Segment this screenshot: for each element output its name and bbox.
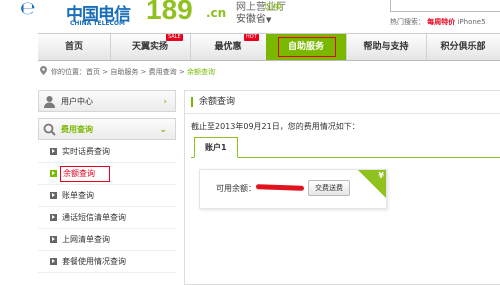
hot-search: 热门搜索： 每周特价 iPhone5 xyxy=(390,17,486,27)
nav-points-club[interactable]: 积分俱乐部 xyxy=(426,34,500,60)
location-pin-icon xyxy=(40,66,47,75)
magnifier-icon xyxy=(43,123,56,136)
logo-189[interactable]: 189 xyxy=(146,0,193,26)
nav-tianyi-shop[interactable]: 天翼实扬 SALE xyxy=(110,34,191,60)
nav-help-label: 帮助与支持 xyxy=(363,42,409,52)
chevron-right-icon: › xyxy=(163,97,167,107)
nav-best-deals[interactable]: 最优惠 HOT xyxy=(190,34,267,60)
yuan-icon: ¥ xyxy=(378,171,384,180)
region-selector[interactable]: 安徽省▼ xyxy=(236,10,271,25)
hot-badge: HOT xyxy=(244,34,259,41)
sale-badge: SALE xyxy=(166,34,183,41)
nav-self-service[interactable]: 自助服务 xyxy=(266,34,347,60)
nav-deals-label: 最优惠 xyxy=(214,42,242,52)
arrow-bullet-icon xyxy=(50,236,57,243)
sidebar-user-center-label: 用户中心 xyxy=(61,97,93,106)
tab-account-1[interactable]: 账户1 xyxy=(194,137,238,158)
sidebar-item-balance[interactable]: 余额查询 xyxy=(38,163,176,185)
breadcrumb-path[interactable]: 你的位置：首页 > 自助服务 > 费用查询 > xyxy=(51,68,187,76)
sidebar-item-realtime-fee[interactable]: 实时话费查询 xyxy=(38,141,176,163)
search-input[interactable] xyxy=(390,0,500,12)
china-telecom-logo-icon[interactable]: ℮ xyxy=(20,0,52,18)
logo-cn-domain: .cn xyxy=(206,6,227,20)
panel-header: 余额查询 xyxy=(185,91,500,114)
arrow-bullet-icon xyxy=(50,170,57,177)
region-label: 安徽省 xyxy=(236,14,266,25)
sidebar-fee-query-label: 费用查询 xyxy=(61,125,93,134)
sidebar: 用户中心 › 费用查询 ⌄ 实时话费查询 余额查询 账单查询 通话短信清单查询 … xyxy=(38,90,176,285)
chevron-down-icon: ▼ xyxy=(266,16,272,24)
chevron-down-icon: ⌄ xyxy=(159,125,167,135)
hot-search-link-1[interactable]: 每周特价 xyxy=(427,18,455,26)
nav-help-support[interactable]: 帮助与支持 xyxy=(346,34,427,60)
arrow-bullet-icon xyxy=(50,214,57,221)
sidebar-item-label: 实时话费查询 xyxy=(62,147,110,156)
redacted-balance-value xyxy=(255,184,305,191)
sidebar-item-label: 余额查询 xyxy=(60,166,110,182)
hot-search-link-2[interactable]: iPhone5 xyxy=(457,18,485,26)
arrow-bullet-icon xyxy=(50,192,57,199)
sidebar-item-label: 上网清单查询 xyxy=(62,235,110,244)
sidebar-item-label: 账单查询 xyxy=(62,191,94,200)
balance-card: 可用余额： 交费送费 ¥ xyxy=(199,169,387,209)
highlight-box xyxy=(278,37,336,57)
sidebar-item-label: 套餐使用情况查询 xyxy=(62,257,126,266)
sidebar-user-center[interactable]: 用户中心 › xyxy=(38,90,176,112)
sidebar-item-bill[interactable]: 账单查询 xyxy=(38,185,176,207)
nav-home[interactable]: 首页 xyxy=(38,34,111,60)
hot-search-label: 热门搜索： xyxy=(390,18,425,26)
site-header: ℮ 中国电信 CHINA TELECOM 189 .cn 网上营业厅 切换 安徽… xyxy=(0,0,500,34)
sidebar-item-call-sms-list[interactable]: 通话短信清单查询 xyxy=(38,207,176,229)
user-icon xyxy=(44,96,55,108)
account-tabs: 账户1 xyxy=(191,137,500,158)
sidebar-fee-query[interactable]: 费用查询 ⌄ xyxy=(38,118,176,140)
sidebar-item-package-usage[interactable]: 套餐使用情况查询 xyxy=(38,251,176,273)
main-panel: 余额查询 截止至2013年09月21日，您的费用情况如下： 账户1 可用余额： … xyxy=(184,90,500,285)
pay-button[interactable]: 交费送费 xyxy=(308,180,350,196)
title-accent-bar xyxy=(191,97,193,107)
sidebar-item-internet-list[interactable]: 上网清单查询 xyxy=(38,229,176,251)
arrow-bullet-icon xyxy=(50,258,57,265)
sidebar-item-label: 通话短信清单查询 xyxy=(62,213,126,222)
logo-english-text: CHINA TELECOM xyxy=(70,20,125,27)
arrow-bullet-icon xyxy=(50,148,57,155)
as-of-text: 截止至2013年09月21日，您的费用情况如下： xyxy=(191,122,360,131)
nav-tianyi-label: 天翼实扬 xyxy=(131,42,168,52)
breadcrumb-current: 余额查询 xyxy=(186,68,215,76)
nav-points-label: 积分俱乐部 xyxy=(440,42,486,52)
main-nav: 首页 天翼实扬 SALE 最优惠 HOT 自助服务 帮助与支持 积分俱乐部 xyxy=(38,33,500,61)
breadcrumb: 你的位置：首页 > 自助服务 > 费用查询 > 余额查询 xyxy=(40,66,215,77)
panel-title: 余额查询 xyxy=(199,97,236,107)
balance-label: 可用余额： xyxy=(216,184,256,193)
nav-home-label: 首页 xyxy=(64,42,83,52)
